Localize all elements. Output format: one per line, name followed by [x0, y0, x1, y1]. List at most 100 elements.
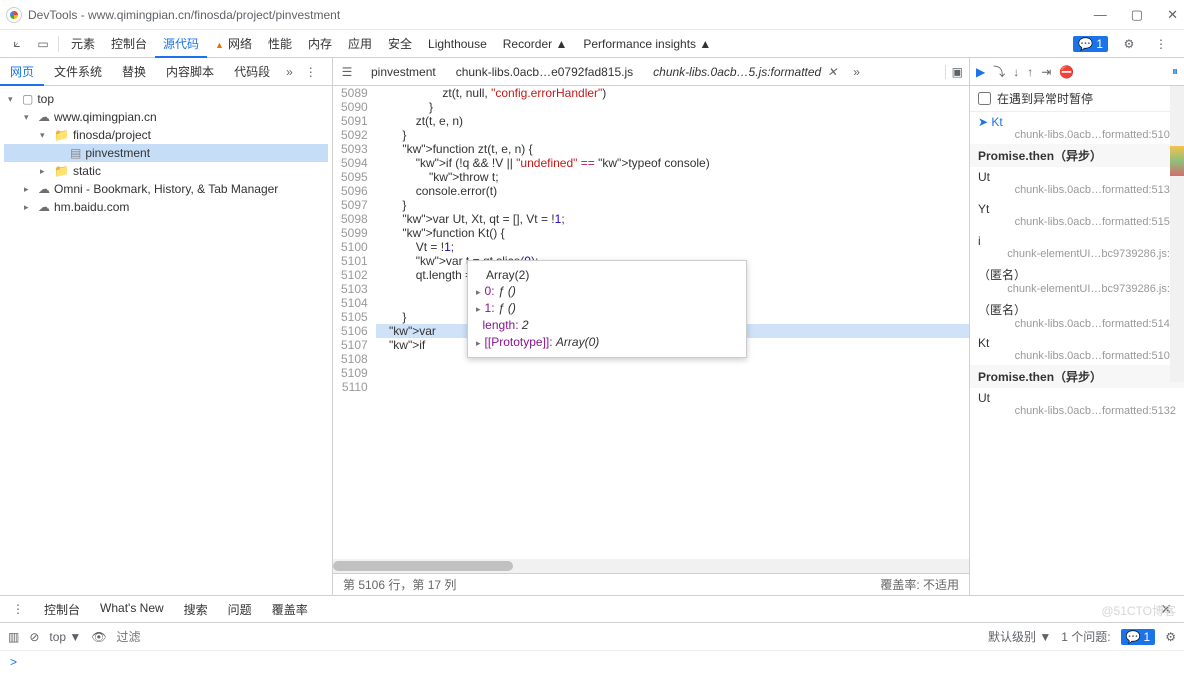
main-tab[interactable]: Performance insights ▲ [575, 33, 719, 55]
maximize-icon[interactable]: ▢ [1131, 7, 1143, 23]
resume-icon[interactable]: ▶ [976, 65, 985, 79]
stack-frame[interactable]: （匿名）chunk-elementUI…bc9739286.js:1 [970, 263, 1184, 298]
source-subtab[interactable]: 内容脚本 [156, 59, 224, 85]
devtools-main-toolbar: ⟀ ▭ 元素控制台源代码网络性能内存应用安全LighthouseRecorder… [0, 30, 1184, 58]
close-icon[interactable]: ✕ [1167, 7, 1178, 23]
issues-label: 1 个问题: [1061, 628, 1110, 645]
tooltip-row[interactable]: ▸[[Prototype]]: Array(0) [476, 334, 738, 351]
watermark: @51CTO博客 [1101, 602, 1176, 619]
folder-icon: 📁 [54, 164, 69, 178]
main-tab[interactable]: 性能 [260, 31, 300, 56]
stack-frame[interactable]: Ktchunk-libs.0acb…formatted:5108 [970, 333, 1184, 365]
clear-console-icon[interactable]: ⊘ [29, 630, 39, 644]
tree-node[interactable]: ▸📁static [4, 162, 328, 180]
main-tab[interactable]: 源代码 [155, 31, 207, 58]
window-titlebar: DevTools - www.qimingpian.cn/finosda/pro… [0, 0, 1184, 30]
horizontal-scrollbar[interactable] [333, 559, 969, 573]
drawer-tab[interactable]: What's New [90, 597, 174, 622]
tree-node[interactable]: ▾▢top [4, 90, 328, 108]
source-subtab[interactable]: 代码段 [224, 59, 280, 85]
main-tab[interactable]: 元素 [63, 31, 103, 56]
show-navigator-icon[interactable]: ▣ [945, 65, 969, 79]
source-subtab[interactable]: 网页 [0, 59, 44, 86]
stack-group-header: Promise.then（异步） [970, 144, 1184, 167]
stack-frame[interactable]: Ktchunk-libs.0acb…formatted:5106 [970, 112, 1184, 144]
stack-frame[interactable]: ichunk-elementUI…bc9739286.js:1 [970, 231, 1184, 263]
step-out-icon[interactable]: ↑ [1027, 65, 1033, 79]
device-toolbar-icon[interactable]: ▭ [32, 33, 54, 55]
sources-subtoolbar: 网页文件系统替换内容脚本代码段 » ⋮ ☰ pinvestmentchunk-l… [0, 58, 1184, 86]
file-icon: ▤ [70, 146, 81, 160]
editor-tab[interactable]: chunk-libs.0acb…e0792fad815.js [446, 61, 643, 83]
tooltip-row[interactable]: length: 2 [476, 317, 738, 334]
tree-node[interactable]: ▤pinvestment [4, 144, 328, 162]
call-stack[interactable]: Ktchunk-libs.0acb…formatted:5106Promise.… [970, 112, 1184, 595]
cloud-icon: ☁ [38, 200, 50, 214]
more-icon[interactable]: ⋮ [1150, 33, 1172, 55]
stack-frame[interactable]: Utchunk-libs.0acb…formatted:5132 [970, 167, 1184, 199]
filter-input[interactable] [117, 630, 978, 644]
main-tab[interactable]: Lighthouse [420, 33, 495, 55]
pause-icon[interactable]: ⏸ [1172, 64, 1178, 79]
pause-on-exception-checkbox[interactable] [978, 92, 991, 105]
console-prompt[interactable]: > [0, 651, 1184, 673]
tree-node[interactable]: ▾☁www.qimingpian.cn [4, 108, 328, 126]
editortabs-overflow-icon[interactable]: » [847, 65, 866, 79]
drawer-tabbar: ⋮ 控制台What's New搜索问题覆盖率 ✕ [0, 595, 1184, 623]
editor-tab[interactable]: pinvestment [361, 61, 446, 83]
step-into-icon[interactable]: ↓ [1013, 65, 1019, 79]
main-tab[interactable]: 网络 [207, 31, 260, 56]
tree-node[interactable]: ▸☁hm.baidu.com [4, 198, 328, 216]
drawer-tab[interactable]: 问题 [218, 597, 262, 622]
step-over-icon[interactable]: ⤵ [993, 63, 1005, 80]
main-tab[interactable]: 应用 [340, 31, 380, 56]
code-minimap-scrollbar[interactable] [1170, 86, 1184, 382]
tree-node[interactable]: ▸☁Omni - Bookmark, History, & Tab Manage… [4, 180, 328, 198]
tooltip-row[interactable]: ▸1: ƒ () [476, 300, 738, 317]
value-tooltip: Array(2) ▸0: ƒ ()▸1: ƒ () length: 2▸[[Pr… [467, 260, 747, 358]
drawer-tab[interactable]: 覆盖率 [262, 597, 318, 622]
tooltip-row[interactable]: ▸0: ƒ () [476, 283, 738, 300]
stack-frame[interactable]: （匿名）chunk-libs.0acb…formatted:5142 [970, 298, 1184, 333]
cloud-icon: ☁ [38, 182, 50, 196]
subtabs-overflow-icon[interactable]: » [280, 65, 299, 79]
main-tab[interactable]: 内存 [300, 31, 340, 56]
file-tree[interactable]: ▾▢top▾☁www.qimingpian.cn▾📁finosda/projec… [0, 86, 333, 595]
element-inspect-icon[interactable]: ⟀ [6, 33, 28, 55]
main-tab[interactable]: 控制台 [103, 31, 155, 56]
stack-frame[interactable]: Utchunk-libs.0acb…formatted:5132 [970, 388, 1184, 420]
context-selector[interactable]: top ▼ [49, 630, 81, 644]
cursor-position: 第 5106 行，第 17 列 [343, 576, 456, 593]
drawer-tab[interactable]: 控制台 [34, 597, 90, 622]
window-title: DevTools - www.qimingpian.cn/finosda/pro… [28, 8, 340, 22]
source-subtab[interactable]: 文件系统 [44, 59, 112, 85]
main-tab[interactable]: 安全 [380, 31, 420, 56]
pause-on-exception[interactable]: 在遇到异常时暂停 [970, 86, 1184, 112]
console-settings-icon[interactable]: ⚙ [1165, 630, 1176, 644]
deactivate-bp-icon[interactable]: ⛔ [1059, 65, 1074, 79]
messages-badge[interactable]: 💬1 [1073, 36, 1108, 52]
live-expression-icon[interactable]: 👁 [91, 630, 106, 644]
step-icon[interactable]: ⇥ [1041, 65, 1051, 79]
console-toolbar: ▥ ⊘ top ▼ 👁 默认级别 ▼ 1 个问题: 💬1 ⚙ [0, 623, 1184, 651]
subtabs-more-icon[interactable]: ⋮ [299, 65, 323, 79]
issues-badge[interactable]: 💬1 [1121, 629, 1156, 645]
main-tab[interactable]: Recorder ▲ [495, 33, 576, 55]
tooltip-title: Array(2) [476, 267, 738, 283]
console-sidebar-icon[interactable]: ▥ [8, 630, 19, 644]
stack-frame[interactable]: Ytchunk-libs.0acb…formatted:5150 [970, 199, 1184, 231]
log-level-selector[interactable]: 默认级别 ▼ [988, 628, 1051, 645]
drawer-tab[interactable]: 搜索 [174, 597, 218, 622]
stack-group-header: Promise.then（异步） [970, 365, 1184, 388]
tree-node[interactable]: ▾📁finosda/project [4, 126, 328, 144]
minimize-icon[interactable]: — [1094, 7, 1107, 23]
settings-icon[interactable]: ⚙ [1118, 33, 1140, 55]
editor-tab[interactable]: chunk-libs.0acb…5.js:formatted✕ [643, 61, 847, 83]
drawer-more-icon[interactable]: ⋮ [6, 602, 30, 616]
folder-icon: 📁 [54, 128, 69, 142]
navigator-icon[interactable]: ☰ [333, 65, 361, 79]
chrome-icon [6, 7, 22, 23]
tab-close-icon[interactable]: ✕ [827, 65, 837, 79]
source-subtab[interactable]: 替换 [112, 59, 156, 85]
editor-statusbar: 第 5106 行，第 17 列 覆盖率: 不适用 [333, 573, 969, 595]
